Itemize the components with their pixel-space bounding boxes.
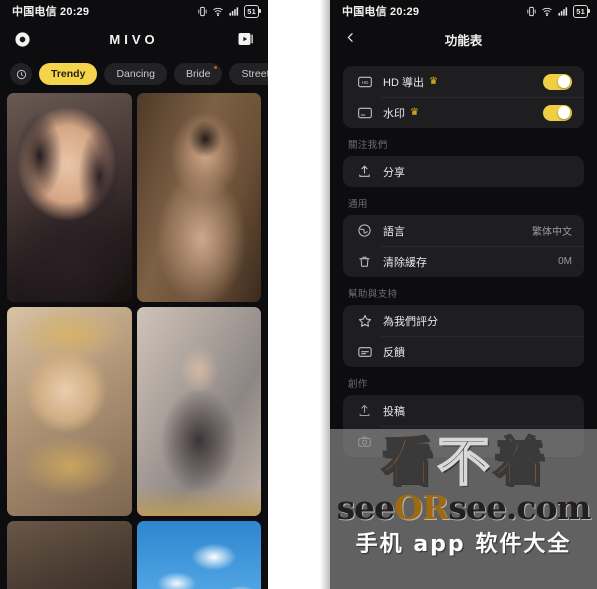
thumb-blue-sky-clouds [136, 521, 261, 589]
thumbnail-card[interactable] [136, 93, 261, 302]
category-tabs[interactable]: Trendy Dancing Bride Street F [0, 56, 268, 93]
watermark-url-part3: see.com [448, 488, 591, 527]
watermark-char-1: 看 [380, 433, 434, 493]
row-label: 為我們評分 [383, 315, 438, 328]
screenshot-stage: 中国电信 20:29 51 MIVO Trendy Dancing Bride … [0, 0, 597, 589]
share-icon [355, 162, 374, 181]
star-icon [355, 311, 374, 330]
section-label-creation: 創作 [348, 379, 368, 390]
record-icon[interactable] [12, 29, 32, 49]
new-badge-dot [214, 66, 218, 70]
signal-icon [557, 6, 569, 17]
vibrate-icon [526, 6, 537, 17]
thumb-indoor-scene [7, 521, 132, 589]
row-feedback[interactable]: 反饋 [343, 336, 584, 367]
status-bar-left: 中国电信 20:29 51 [0, 0, 268, 22]
page-title: 功能表 [444, 33, 483, 48]
section-label-help-support: 幫助與支持 [348, 289, 398, 300]
row-label: 反饋 [383, 346, 405, 359]
wifi-icon [212, 6, 224, 17]
panel-gap [268, 0, 330, 589]
row-watermark[interactable]: 水印 ♛ [343, 97, 584, 128]
thumbnail-card[interactable] [136, 307, 261, 516]
watermark-overlay: 看 不 着 seeORsee.com 手机 app 软件大全 [330, 429, 597, 589]
carrier-time: 中国电信 20:29 [12, 6, 90, 18]
row-clear-cache[interactable]: 清除緩存 0M [343, 246, 584, 277]
section-label-follow-us: 關注我們 [348, 140, 388, 151]
thumbnail-card[interactable] [7, 93, 132, 302]
watermark-subtitle: 手机 app 软件大全 [355, 532, 572, 557]
tab-street-f[interactable]: Street F [229, 63, 268, 85]
watermark-icon [355, 103, 374, 122]
globe-icon [355, 221, 374, 240]
row-label: 語言 [383, 225, 405, 238]
settings-group-general: 語言 繁体中文 清除緩存 0M [343, 215, 584, 277]
hd-export-toggle[interactable] [543, 73, 572, 90]
tab-bride[interactable]: Bride [173, 63, 223, 85]
tab-dancing[interactable]: Dancing [104, 63, 167, 85]
app-title: MIVO [109, 31, 159, 47]
right-phone-screen: 中国电信 20:29 51 功能表 HD HD 導出 ♛ 水印 ♛ 關注我們 分… [330, 0, 597, 589]
row-label: 分享 [383, 166, 405, 179]
thumbnail-card[interactable] [136, 521, 261, 589]
settings-group-premium: HD HD 導出 ♛ 水印 ♛ [343, 66, 584, 128]
signal-icon [228, 6, 240, 17]
feedback-icon [355, 342, 374, 361]
wifi-icon [541, 6, 553, 17]
watermark-chinese: 看 不 着 [380, 433, 546, 493]
cache-size-value: 0M [558, 256, 572, 267]
settings-group-follow: 分享 [343, 156, 584, 187]
settings-group-support: 為我們評分 反饋 [343, 305, 584, 367]
carrier-time: 中国电信 20:29 [342, 6, 420, 18]
row-hd-export[interactable]: HD HD 導出 ♛ [343, 66, 584, 97]
status-bar-right: 中国电信 20:29 51 [330, 0, 597, 22]
vibrate-icon [197, 6, 208, 17]
crown-icon: ♛ [428, 75, 438, 87]
upload-icon [355, 401, 374, 420]
watermark-url: seeORsee.com [336, 488, 592, 527]
row-label: 水印 ♛ [383, 106, 419, 120]
tab-label: Dancing [116, 68, 155, 80]
row-label: 投稿 [383, 405, 405, 418]
tab-label: Bride [185, 68, 211, 80]
tab-recent-clock[interactable] [10, 63, 32, 85]
battery-level: 51 [576, 6, 585, 16]
chevron-left-icon[interactable] [344, 31, 357, 47]
row-share[interactable]: 分享 [343, 156, 584, 187]
hd-icon: HD [355, 72, 374, 91]
tab-label: Street F [241, 68, 268, 80]
row-label: HD 導出 ♛ [383, 75, 438, 89]
row-submit[interactable]: 投稿 [343, 395, 584, 426]
row-language[interactable]: 語言 繁体中文 [343, 215, 584, 246]
video-library-icon[interactable] [236, 29, 256, 49]
tab-trendy[interactable]: Trendy [39, 63, 98, 85]
watermark-toggle[interactable] [543, 104, 572, 121]
row-label: 清除緩存 [383, 256, 427, 269]
section-label-general: 通用 [348, 199, 368, 210]
tab-label: Trendy [51, 68, 86, 80]
thumbnail-card[interactable] [7, 521, 132, 589]
watermark-char-2: 不 [436, 433, 490, 493]
svg-text:HD: HD [361, 80, 368, 85]
language-value: 繁体中文 [532, 227, 572, 238]
watermark-url-part1: see [336, 488, 396, 527]
row-rate-us[interactable]: 為我們評分 [343, 305, 584, 336]
battery-icon: 51 [573, 4, 590, 18]
left-phone-screen: 中国电信 20:29 51 MIVO Trendy Dancing Bride … [0, 0, 268, 589]
battery-level: 51 [247, 6, 256, 16]
thumb-gold-jewelry-woman [7, 307, 132, 516]
app-header: MIVO [0, 22, 268, 56]
trash-icon [355, 252, 374, 271]
thumbnail-card[interactable] [7, 307, 132, 516]
crown-icon: ♛ [410, 106, 419, 118]
battery-icon: 51 [244, 4, 261, 18]
settings-header: 功能表 [330, 22, 597, 56]
watermark-url-part2: OR [394, 488, 449, 527]
settings-scroll[interactable]: HD HD 導出 ♛ 水印 ♛ 關注我們 分享 通用 語言 繁体中文 清除緩存 … [330, 56, 597, 457]
video-thumbnail-grid[interactable] [0, 93, 268, 589]
watermark-char-3: 着 [492, 433, 546, 493]
